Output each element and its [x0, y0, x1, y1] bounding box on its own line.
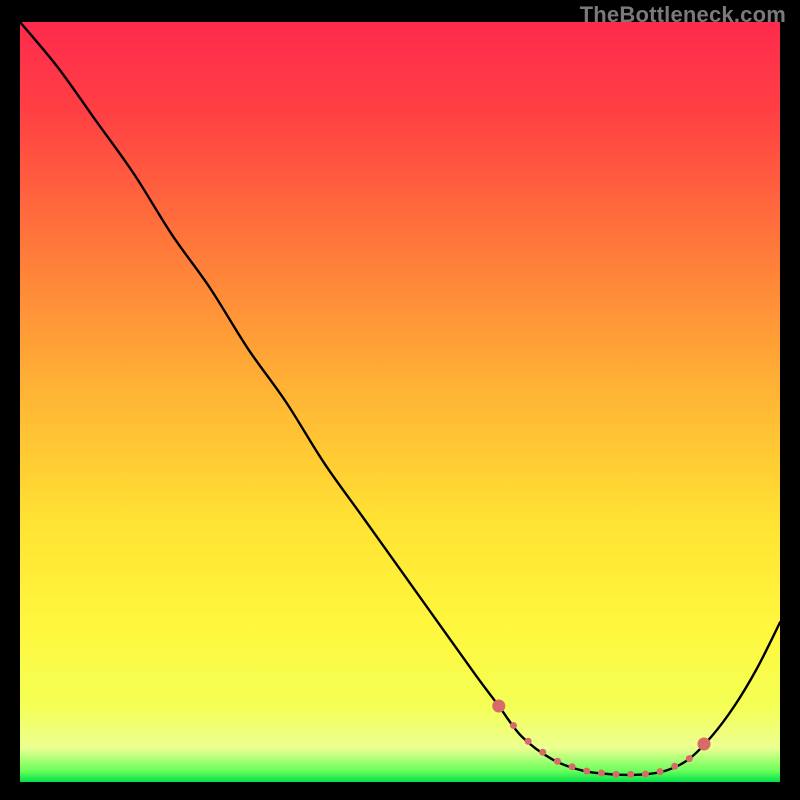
gradient-background — [20, 22, 780, 782]
chart-container: TheBottleneck.com — [0, 0, 800, 800]
bottleneck-chart — [0, 0, 800, 800]
watermark-text: TheBottleneck.com — [580, 2, 786, 28]
